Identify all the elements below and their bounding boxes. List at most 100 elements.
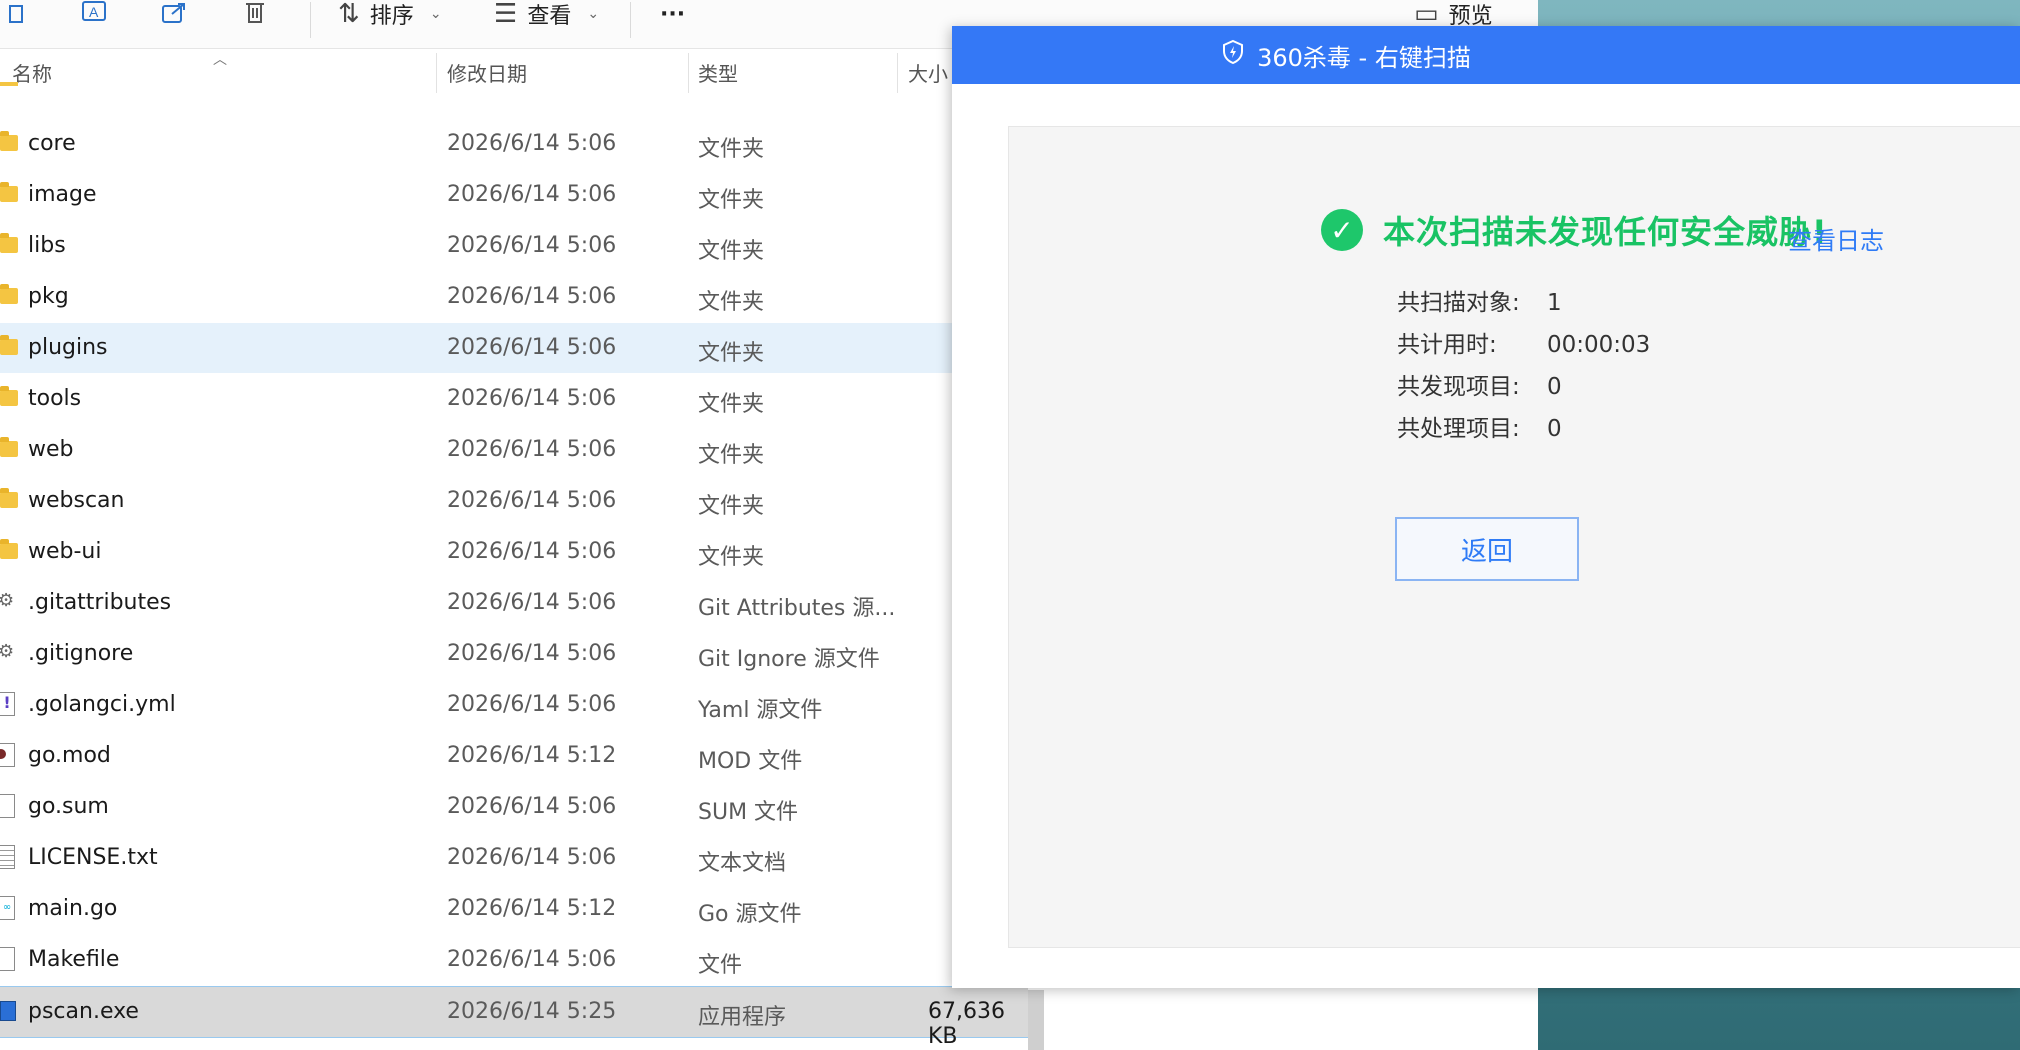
view-label: 查看 (527, 4, 572, 29)
file-date: 2026/6/14 5:06 (447, 284, 617, 309)
file-name: Makefile (28, 947, 120, 972)
file-size: 67,636 KB (928, 999, 1005, 1049)
stat-value: 0 (1547, 374, 1562, 400)
file-date: 2026/6/14 5:06 (447, 233, 617, 258)
file-date: 2026/6/14 5:06 (447, 182, 617, 207)
file-row[interactable]: core 2026/6/14 5:06 文件夹 (0, 119, 1028, 169)
file-type: 文件夹 (698, 239, 765, 264)
sort-icon: ⇅ (338, 0, 360, 29)
file-row[interactable]: ∞ main.go 2026/6/14 5:12 Go 源文件 (0, 884, 1028, 934)
file-row[interactable]: webscan 2026/6/14 5:06 文件夹 (0, 476, 1028, 526)
file-name: tools (28, 386, 82, 411)
share-icon[interactable] (158, 0, 192, 30)
return-button[interactable]: 返回 (1395, 517, 1579, 581)
mod-file-icon (0, 743, 20, 767)
dialog-title-bar[interactable]: 360杀毒 - 右键扫描 (952, 26, 2020, 84)
copy-icon[interactable] (2, 0, 36, 30)
file-date: 2026/6/14 5:06 (447, 692, 617, 717)
file-type: 文件夹 (698, 545, 765, 570)
file-row[interactable]: pscan.exe 2026/6/14 5:25 应用程序 67,636 KB (0, 986, 1028, 1049)
file-row[interactable]: ⚙ .gitattributes 2026/6/14 5:06 Git Attribu… (0, 578, 1028, 628)
file-date: 2026/6/14 5:25 (447, 999, 617, 1024)
file-date: 2026/6/14 5:06 (447, 590, 617, 615)
file-name: .gitignore (28, 641, 134, 666)
file-row[interactable]: libs 2026/6/14 5:06 文件夹 (0, 221, 1028, 271)
file-date: 2026/6/14 5:06 (447, 437, 617, 462)
file-name: .gitattributes (28, 590, 172, 615)
file-date: 2026/6/14 5:06 (447, 641, 617, 666)
file-name: LICENSE.txt (28, 845, 158, 870)
svg-text:A: A (89, 4, 99, 20)
stat-found-items: 共发现项目: 0 (1397, 367, 1562, 401)
file-date: 2026/6/14 5:06 (447, 947, 617, 972)
file-row[interactable]: ! .golangci.yml 2026/6/14 5:06 Yaml 源文件 (0, 680, 1028, 730)
file-date: 2026/6/14 5:06 (447, 488, 617, 513)
file-date: 2026/6/14 5:06 (447, 335, 617, 360)
exe-file-icon (0, 999, 20, 1021)
file-name: core (28, 131, 76, 156)
file-name: web-ui (28, 539, 102, 564)
folder-icon (0, 539, 20, 561)
file-name: main.go (28, 896, 118, 921)
file-name: webscan (28, 488, 125, 513)
file-row[interactable]: web 2026/6/14 5:06 文件夹 (0, 425, 1028, 475)
folder-icon (0, 488, 20, 510)
folder-icon (0, 131, 20, 153)
yaml-file-icon: ! (0, 692, 20, 716)
file-name: libs (28, 233, 66, 258)
more-options-button[interactable]: ··· (660, 0, 685, 28)
stat-elapsed-time: 共计用时: 00:00:03 (1397, 325, 1650, 359)
file-type: Yaml 源文件 (698, 698, 823, 723)
file-row[interactable]: plugins 2026/6/14 5:06 文件夹 (0, 323, 1028, 373)
file-name: pkg (28, 284, 69, 309)
file-row[interactable]: web-ui 2026/6/14 5:06 文件夹 (0, 527, 1028, 577)
folder-icon (0, 335, 20, 357)
sort-button[interactable]: ⇅ 排序 ⌄ (338, 0, 442, 29)
file-type: Go 源文件 (698, 902, 802, 927)
file-type: 文件夹 (698, 392, 765, 417)
file-type: 文件 (698, 953, 743, 978)
blank-file-icon (0, 794, 20, 818)
file-row[interactable]: pkg 2026/6/14 5:06 文件夹 (0, 272, 1028, 322)
gear-file-icon: ⚙ (0, 590, 15, 611)
delete-icon[interactable] (238, 0, 272, 30)
file-date: 2026/6/14 5:06 (447, 794, 617, 819)
folder-icon (0, 386, 20, 408)
toolbar-divider (630, 2, 631, 38)
chevron-down-icon: ⌄ (587, 6, 600, 22)
file-row[interactable]: tools 2026/6/14 5:06 文件夹 (0, 374, 1028, 424)
file-date: 2026/6/14 5:12 (447, 743, 617, 768)
file-row[interactable]: ⚙ .gitignore 2026/6/14 5:06 Git Ignore 源文件 (0, 629, 1028, 679)
file-date: 2026/6/14 5:06 (447, 539, 617, 564)
stat-value: 0 (1547, 416, 1562, 442)
rename-icon[interactable]: A (78, 0, 112, 30)
file-type: Git Ignore 源文件 (698, 647, 880, 672)
file-type: 文件夹 (698, 494, 765, 519)
file-row[interactable]: Makefile 2026/6/14 5:06 文件 (0, 935, 1028, 985)
file-date: 2026/6/14 5:06 (447, 845, 617, 870)
explorer-scrollbar[interactable] (1028, 990, 1044, 1050)
file-row[interactable]: go.mod 2026/6/14 5:12 MOD 文件 (0, 731, 1028, 781)
stat-value: 1 (1547, 290, 1562, 316)
go-file-icon: ∞ (0, 896, 20, 920)
file-row[interactable]: go.sum 2026/6/14 5:06 SUM 文件 (0, 782, 1028, 832)
file-date: 2026/6/14 5:06 (447, 386, 617, 411)
text-file-icon (0, 845, 20, 869)
view-log-link[interactable]: 查看日志 (1788, 221, 1884, 256)
preview-button[interactable]: ▭ 预览 (1414, 0, 1493, 29)
view-button[interactable]: ☰ 查看 ⌄ (494, 0, 600, 29)
file-type: 文件夹 (698, 188, 765, 213)
file-name: pscan.exe (28, 999, 139, 1024)
file-type: SUM 文件 (698, 800, 799, 825)
file-row[interactable]: LICENSE.txt 2026/6/14 5:06 文本文档 (0, 833, 1028, 883)
folder-icon (0, 182, 20, 204)
file-type: Git Attributes 源... (698, 596, 896, 621)
stat-handled-items: 共处理项目: 0 (1397, 409, 1562, 443)
file-row[interactable]: image 2026/6/14 5:06 文件夹 (0, 170, 1028, 220)
shield-icon (1221, 39, 1245, 71)
folder-icon (0, 82, 18, 86)
file-name: image (28, 182, 97, 207)
file-type: 应用程序 (698, 1005, 787, 1030)
dialog-title: 360杀毒 - 右键扫描 (1257, 43, 1471, 72)
stat-value: 00:00:03 (1547, 332, 1651, 358)
